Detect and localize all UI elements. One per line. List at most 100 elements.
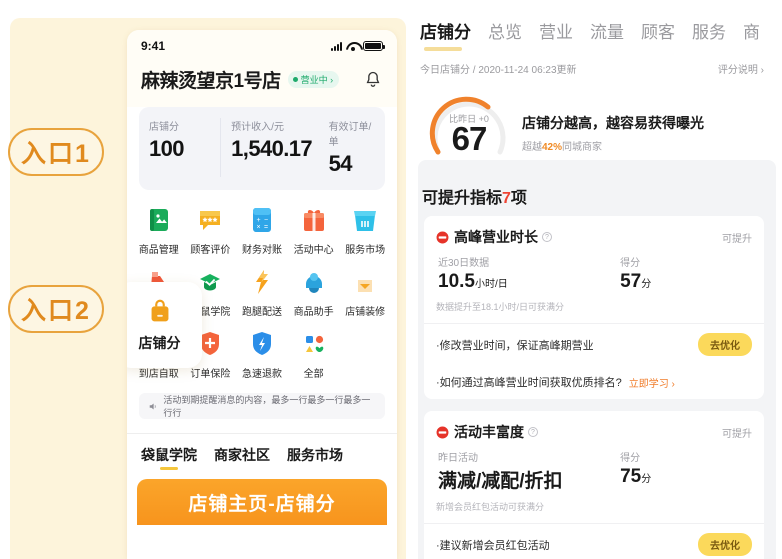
svg-text:=: = — [264, 224, 268, 231]
gift-icon — [298, 204, 330, 236]
indicator-card-header: 活动丰富度 ? 可提升 — [436, 422, 752, 442]
grid-item-all[interactable]: 全部 — [288, 328, 340, 380]
entry-badge-2-label: 入口2 — [21, 297, 91, 325]
metric-value: 57分 — [620, 271, 752, 293]
metric-unit: 小时/日 — [474, 279, 508, 290]
stat-value: 1,540.17 — [231, 136, 313, 161]
indicator-note: 新增会员红包活动可获满分 — [436, 502, 545, 512]
score-sub-prefix: 超越 — [522, 142, 542, 153]
svg-text:×: × — [256, 224, 260, 231]
entry-badge-2: 入口2 — [8, 285, 104, 333]
help-icon[interactable]: ? — [542, 232, 552, 242]
shop-score-popup[interactable]: 店铺分 — [127, 282, 202, 368]
optimize-button[interactable]: 去优化 — [698, 333, 752, 356]
signal-icon — [331, 41, 342, 51]
stat-shop-score[interactable]: 店铺分 100 — [139, 118, 220, 177]
wifi-icon — [346, 41, 359, 51]
bottom-nav-row: 袋鼠学院 商家社区 服务市场 — [127, 434, 397, 473]
learn-link[interactable]: 立即学习 › — [629, 375, 675, 390]
phone-mockup: 9:41 麻辣烫望京1号店 营业中 › 店铺分 100 预计收入/元 1,540… — [127, 30, 397, 559]
grid-item-activity[interactable]: 活动中心 — [288, 204, 340, 256]
grid-item-refund[interactable]: 急速退款 — [236, 328, 288, 380]
status-dot-icon — [292, 77, 298, 82]
megaphone-icon — [149, 402, 156, 410]
score-sub-highlight: 42% — [542, 142, 563, 153]
score-explanation-link[interactable]: 评分说明 › — [718, 61, 764, 76]
tab-business[interactable]: 营业 — [539, 18, 573, 43]
cta-banner-label: 店铺主页-店铺分 — [188, 493, 336, 515]
score-text-block: 店铺分越高，越容易获得曝光 超越42%同城商家 — [512, 103, 704, 153]
advice-row: ·如何通过高峰营业时间获取优质排名? 立即学习 › — [424, 365, 764, 399]
shop-name: 麻辣烫望京1号店 — [141, 71, 281, 92]
decorate-icon — [349, 266, 381, 298]
left-illustration-panel: 入口1 入口2 9:41 麻辣烫望京1号店 营业中 › 店铺分 100 预计收入… — [0, 0, 406, 559]
nav-item-community[interactable]: 商家社区 — [214, 445, 270, 465]
tab-traffic[interactable]: 流量 — [590, 18, 624, 43]
cta-banner[interactable]: 店铺主页-店铺分 — [137, 479, 387, 525]
alert-icon — [436, 231, 449, 243]
section-title: 可提升指标7项 — [406, 174, 782, 216]
stat-label: 预计收入/元 — [231, 122, 284, 133]
indicator-card-header: 高峰营业时长 ? 可提升 — [436, 227, 752, 247]
nav-item-market[interactable]: 服务市场 — [287, 445, 343, 465]
indicator-note: 数据提升至18.1小时/日可获满分 — [436, 302, 565, 312]
indicator-title: 活动丰富度 — [454, 424, 524, 440]
grid-item-label: 全部 — [303, 369, 324, 380]
review-icon — [194, 204, 226, 236]
indicator-card-peak-hours: 高峰营业时长 ? 可提升 近30日数据 10.5小时/日 得分 57分 数据提升… — [424, 216, 764, 399]
stat-valid-orders[interactable]: 有效订单/单 54 — [319, 118, 385, 177]
svg-text:−: − — [264, 217, 268, 224]
market-icon — [349, 204, 381, 236]
metric-primary: 近30日数据 10.5小时/日 — [438, 254, 620, 293]
assistant-icon — [298, 266, 330, 298]
right-detail-panel: 店铺分 总览 营业 流量 顾客 服务 商 今日店铺分 / 2020-11-24 … — [406, 0, 782, 559]
battery-icon — [363, 41, 385, 51]
improvable-badge: 可提升 — [722, 428, 752, 440]
notice-bar[interactable]: 活动到期提醒消息的内容，最多一行最多一行最多一行行 — [139, 393, 385, 419]
tab-goods[interactable]: 商 — [743, 18, 760, 43]
tab-overview[interactable]: 总览 — [488, 18, 522, 43]
bell-icon[interactable] — [363, 70, 383, 90]
indicator-metrics: 昨日活动 满减/减配/折扣 得分 75分 — [436, 442, 752, 493]
stat-label: 店铺分 — [149, 122, 179, 133]
metric-number: 57 — [620, 271, 642, 292]
advice-text: ·修改营业时间，保证高峰期营业 — [436, 339, 594, 352]
tab-service[interactable]: 服务 — [692, 18, 726, 43]
metric-primary: 昨日活动 满减/减配/折扣 — [438, 449, 620, 493]
grid-item-goods[interactable]: 商品管理 — [133, 204, 185, 256]
subheader: 今日店铺分 / 2020-11-24 06:23更新 评分说明 › — [406, 43, 782, 76]
status-bar: 9:41 — [141, 30, 385, 56]
entry-badge-1: 入口1 — [8, 128, 104, 176]
open-status-label: 营业中 › — [300, 75, 334, 85]
tab-shop-score[interactable]: 店铺分 — [420, 18, 471, 51]
grid-item-label: 顾客评价 — [190, 245, 231, 256]
shop-score-icon — [145, 297, 175, 327]
score-gauge: 比昨日 +0 67 — [426, 92, 512, 164]
grid-item-finance[interactable]: + − × = 财务对账 — [236, 204, 288, 256]
help-icon[interactable]: ? — [528, 427, 538, 437]
grid-item-service-market[interactable]: 服务市场 — [339, 204, 391, 256]
notice-text: 活动到期提醒消息的内容，最多一行最多一行最多一行行 — [163, 395, 371, 418]
grid-item-errand[interactable]: 跑腿配送 — [236, 266, 288, 318]
grid-item-decorate[interactable]: 店铺装修 — [339, 266, 391, 318]
advice-text: ·如何通过高峰营业时间获取优质排名? — [436, 377, 622, 389]
grid-item-label: 订单保险 — [190, 369, 231, 380]
grid-item-assistant[interactable]: 商品助手 — [288, 266, 340, 318]
advice-row: ·修改营业时间，保证高峰期营业 去优化 — [424, 324, 764, 365]
nav-item-academy[interactable]: 袋鼠学院 — [141, 445, 197, 465]
metric-value: 满减/减配/折扣 — [438, 466, 620, 493]
entry-badge-1-label: 入口1 — [21, 140, 91, 168]
tab-customers[interactable]: 顾客 — [641, 18, 675, 43]
grid-item-review[interactable]: 顾客评价 — [185, 204, 237, 256]
status-bar-time: 9:41 — [141, 39, 166, 53]
metric-number: 75 — [620, 466, 642, 487]
shop-score-popup-label: 店铺分 — [138, 335, 181, 351]
stat-value: 54 — [328, 151, 353, 176]
errand-icon — [246, 266, 278, 298]
optimize-button[interactable]: 去优化 — [698, 533, 752, 556]
open-status-badge[interactable]: 营业中 › — [287, 71, 340, 88]
stat-expected-income[interactable]: 预计收入/元 1,540.17 — [220, 118, 318, 177]
subheader-text: 今日店铺分 / 2020-11-24 06:23更新 — [420, 65, 577, 76]
shop-header: 麻辣烫望京1号店 营业中 › — [141, 56, 383, 107]
metric-value: 10.5小时/日 — [438, 271, 620, 293]
